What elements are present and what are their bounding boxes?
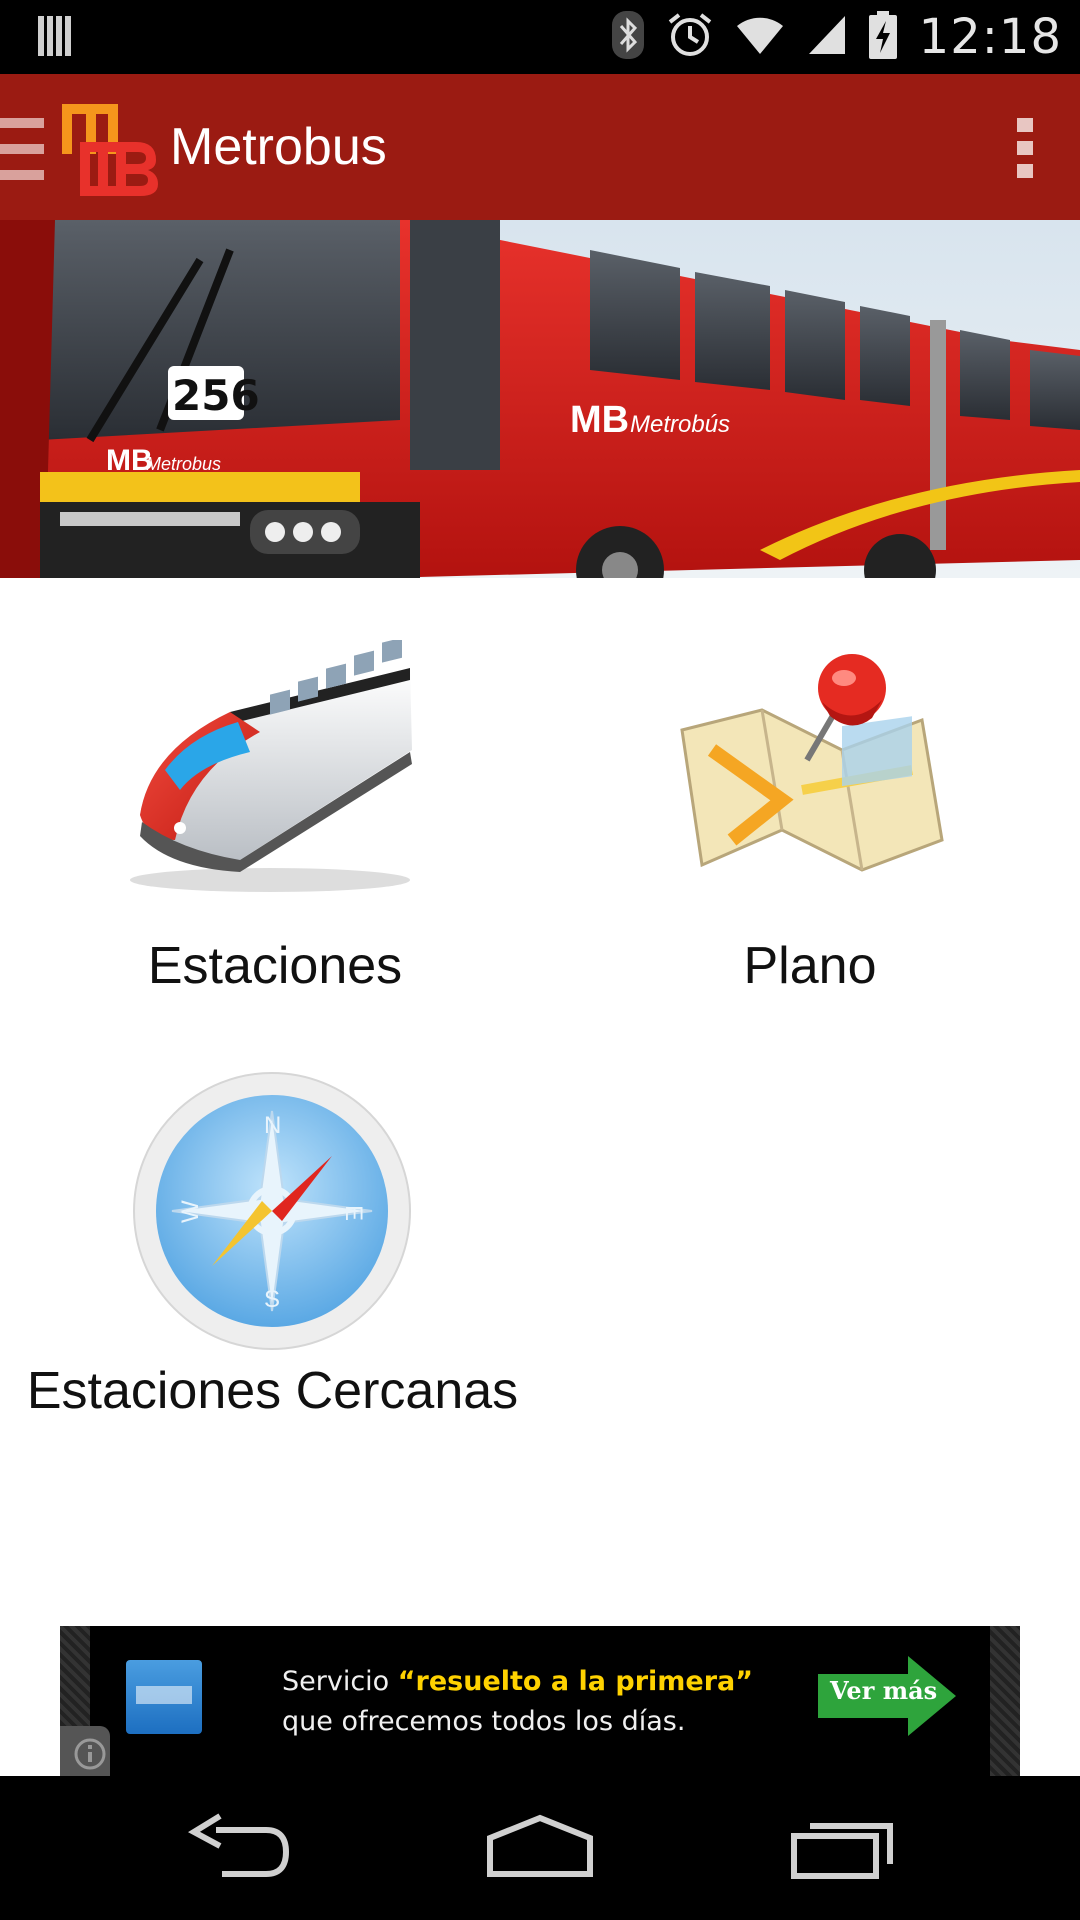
menu-item-label: Plano xyxy=(743,937,877,995)
menu-item-estaciones-cercanas[interactable]: N E S W Estaciones Cercanas xyxy=(0,1065,545,1435)
compass-letter-e: E xyxy=(340,1205,367,1221)
ad-text: Servicio “resuelto a la primera” que ofr… xyxy=(282,1662,753,1742)
back-icon[interactable] xyxy=(186,1812,290,1887)
battery-charging-icon xyxy=(868,10,897,64)
navigation-bar xyxy=(0,1776,1080,1920)
app-title: Metrobus xyxy=(170,118,387,176)
info-icon[interactable] xyxy=(60,1726,110,1776)
wifi-icon xyxy=(735,14,785,61)
alarm-icon xyxy=(667,12,713,63)
notification-icon xyxy=(36,14,72,63)
menu-item-plano[interactable]: Plano xyxy=(660,640,960,1000)
home-icon[interactable] xyxy=(484,1812,596,1887)
menu-item-estaciones[interactable]: Estaciones xyxy=(120,637,430,1000)
action-bar: Metrobus xyxy=(0,74,1080,220)
signal-icon xyxy=(807,14,847,61)
svg-text:MB: MB xyxy=(570,399,629,441)
ad-card-image xyxy=(126,1660,202,1734)
svg-text:Metrobus: Metrobus xyxy=(146,454,221,474)
compass-letter-s: S xyxy=(264,1286,280,1313)
ad-cta-label[interactable]: Ver más xyxy=(830,1676,937,1705)
menu-item-label: Estaciones xyxy=(147,937,403,995)
metrobus-bus-photo: MB Metrobús 256 MB Metrobus xyxy=(0,220,1080,578)
recent-apps-icon[interactable] xyxy=(790,1812,896,1887)
svg-text:Metrobús: Metrobús xyxy=(630,411,730,438)
compass-icon: N E S W xyxy=(132,1071,412,1356)
compass-letter-n: N xyxy=(264,1112,281,1139)
map-pin-icon xyxy=(672,640,952,915)
ad-line1-highlight: “resuelto a la primera” xyxy=(397,1666,753,1697)
bluetooth-icon xyxy=(611,10,645,65)
ad-banner[interactable]: Servicio “resuelto a la primera” que ofr… xyxy=(60,1626,1020,1776)
ad-line2: que ofrecemos todos los días. xyxy=(282,1706,686,1737)
menu-item-label: Estaciones Cercanas xyxy=(26,1362,519,1420)
train-icon xyxy=(120,637,420,905)
compass-letter-w: W xyxy=(177,1200,204,1223)
overflow-menu-icon[interactable] xyxy=(1014,116,1036,180)
status-time: 12:18 xyxy=(918,9,1062,65)
ad-edge xyxy=(990,1626,1020,1776)
svg-text:256: 256 xyxy=(172,371,260,420)
metrobus-logo[interactable] xyxy=(58,98,162,198)
drawer-menu-icon[interactable] xyxy=(0,114,48,184)
status-bar: 12:18 xyxy=(0,0,1080,74)
ad-line1-prefix: Servicio xyxy=(282,1666,398,1697)
